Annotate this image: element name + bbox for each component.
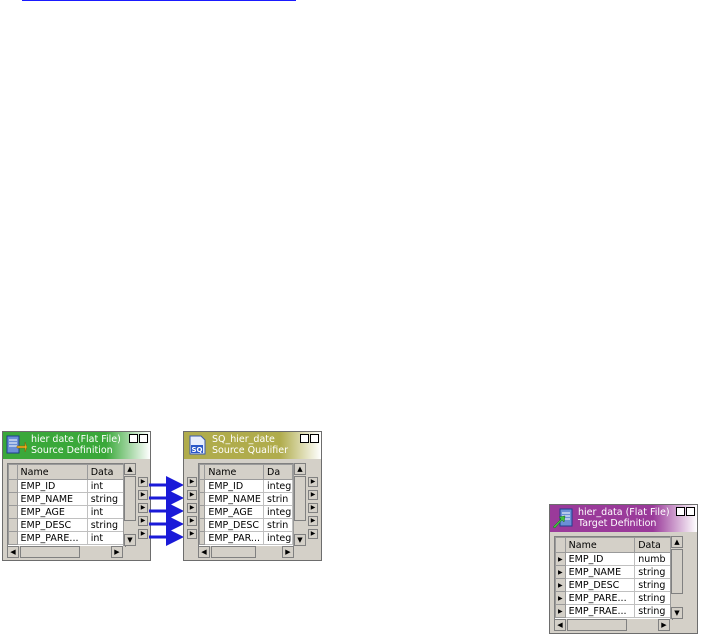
table-row[interactable]: EMP_NAME strin bbox=[199, 492, 293, 506]
scroll-left-arrow-icon[interactable]: ◀ bbox=[198, 546, 210, 558]
qualifier-title: SQ_hier_date bbox=[212, 434, 275, 445]
target-definition-panel[interactable]: hier_data (Flat File) Target Definition … bbox=[549, 504, 698, 634]
scroll-right-arrow-icon[interactable]: ▶ bbox=[658, 619, 670, 631]
name-column-header[interactable]: Name bbox=[204, 464, 265, 480]
port-name: EMP_DESC bbox=[204, 518, 265, 532]
input-port-arrow-icon[interactable]: ▶ bbox=[555, 552, 566, 566]
target-definition-icon bbox=[552, 508, 573, 529]
scroll-up-arrow-icon[interactable]: ▲ bbox=[671, 536, 683, 548]
qualifier-output-ports: ▶ ▶ ▶ ▶ ▶ bbox=[308, 476, 320, 546]
scroll-thumb[interactable] bbox=[567, 619, 627, 631]
help-button[interactable]: ? bbox=[300, 434, 309, 443]
scroll-thumb[interactable] bbox=[294, 476, 306, 521]
port-type: strin bbox=[263, 492, 293, 506]
datatype-column-header[interactable]: Data bbox=[634, 537, 672, 553]
target-vertical-scrollbar[interactable]: ▲ ▼ bbox=[670, 536, 683, 619]
qualifier-ports-grid: Name Da EMP_ID integ EMP_NAME strin EMP_AGE… bbox=[198, 463, 294, 547]
qualifier-subtitle: Source Qualifier bbox=[212, 445, 288, 456]
port-name: EMP_ID bbox=[204, 479, 265, 493]
scroll-right-arrow-icon[interactable]: ▶ bbox=[282, 546, 294, 558]
qualifier-vertical-scrollbar[interactable]: ▲ ▼ bbox=[293, 463, 306, 546]
output-port-arrow-icon[interactable]: ▶ bbox=[308, 490, 318, 500]
input-port-arrow-icon[interactable]: ▶ bbox=[187, 516, 197, 526]
input-port-arrow-icon[interactable]: ▶ bbox=[555, 565, 566, 579]
port-name: EMP_PAR... bbox=[204, 531, 265, 545]
sq-icon-text: SQ bbox=[192, 446, 203, 454]
target-horizontal-scrollbar[interactable]: ◀ ▶ bbox=[554, 619, 672, 631]
scroll-up-arrow-icon[interactable]: ▲ bbox=[294, 463, 306, 475]
input-port-arrow-icon[interactable]: ▶ bbox=[187, 477, 197, 487]
qualifier-horizontal-scrollbar[interactable]: ◀ ▶ bbox=[198, 546, 294, 558]
scroll-left-arrow-icon[interactable]: ◀ bbox=[554, 619, 566, 631]
target-ports-grid: Name Data ▶ EMP_ID numb ▶ EMP_NAME string ▶ EM… bbox=[554, 536, 673, 620]
input-port-arrow-icon[interactable]: ▶ bbox=[187, 490, 197, 500]
input-port-arrow-icon[interactable]: ▶ bbox=[187, 503, 197, 513]
port-type: numb bbox=[634, 552, 672, 566]
port-type: integ bbox=[263, 479, 293, 493]
scroll-down-arrow-icon[interactable]: ▼ bbox=[671, 607, 683, 619]
scroll-down-arrow-icon[interactable]: ▼ bbox=[294, 534, 306, 546]
port-type: strin bbox=[263, 518, 293, 532]
port-type: integ bbox=[263, 531, 293, 545]
table-row[interactable]: EMP_AGE integ bbox=[199, 505, 293, 519]
port-name: EMP_FRAE... bbox=[564, 604, 636, 618]
name-column-header[interactable]: Name bbox=[564, 537, 636, 553]
port-type: string bbox=[634, 565, 672, 579]
scroll-thumb[interactable] bbox=[211, 546, 256, 558]
target-subtitle: Target Definition bbox=[578, 518, 657, 529]
minimize-button[interactable]: – bbox=[686, 507, 695, 516]
source-qualifier-icon: SQ bbox=[189, 435, 206, 455]
input-port-arrow-icon[interactable]: ▶ bbox=[555, 604, 566, 618]
port-name: EMP_AGE bbox=[204, 505, 265, 519]
port-name: EMP_PARE... bbox=[564, 591, 636, 605]
minimize-button[interactable]: – bbox=[310, 434, 319, 443]
help-button[interactable]: ? bbox=[676, 507, 685, 516]
table-row[interactable]: ▶ EMP_FRAE... string bbox=[555, 604, 672, 618]
table-row[interactable]: ▶ EMP_ID numb bbox=[555, 552, 672, 566]
output-port-arrow-icon[interactable]: ▶ bbox=[308, 477, 318, 487]
input-port-arrow-icon[interactable]: ▶ bbox=[555, 578, 566, 592]
port-name: EMP_ID bbox=[564, 552, 636, 566]
table-row[interactable]: EMP_DESC strin bbox=[199, 518, 293, 532]
port-name: EMP_DESC bbox=[564, 578, 636, 592]
datatype-column-header[interactable]: Da bbox=[263, 464, 293, 480]
output-port-arrow-icon[interactable]: ▶ bbox=[308, 529, 318, 539]
target-title: hier_data (Flat File) bbox=[578, 507, 670, 518]
output-port-arrow-icon[interactable]: ▶ bbox=[308, 503, 318, 513]
input-port-arrow-icon[interactable]: ▶ bbox=[555, 591, 566, 605]
port-type: string bbox=[634, 604, 672, 618]
output-port-arrow-icon[interactable]: ▶ bbox=[308, 516, 318, 526]
port-type: string bbox=[634, 578, 672, 592]
table-row[interactable]: ▶ EMP_NAME string bbox=[555, 565, 672, 579]
table-row[interactable]: ▶ EMP_PARE... string bbox=[555, 591, 672, 605]
table-row[interactable]: ▶ EMP_DESC string bbox=[555, 578, 672, 592]
input-port-arrow-icon[interactable]: ▶ bbox=[187, 529, 197, 539]
port-name: EMP_NAME bbox=[204, 492, 265, 506]
table-row[interactable]: EMP_PAR... integ bbox=[199, 531, 293, 545]
source-qualifier-panel[interactable]: SQ SQ_hier_date Source Qualifier ? – ▶ ▶… bbox=[183, 431, 322, 561]
port-type: integ bbox=[263, 505, 293, 519]
scroll-thumb[interactable] bbox=[671, 549, 683, 594]
qualifier-header[interactable]: SQ SQ_hier_date Source Qualifier ? – bbox=[184, 432, 321, 459]
target-header[interactable]: hier_data (Flat File) Target Definition … bbox=[550, 505, 697, 532]
port-name: EMP_NAME bbox=[564, 565, 636, 579]
table-row[interactable]: EMP_ID integ bbox=[199, 479, 293, 493]
port-type: string bbox=[634, 591, 672, 605]
